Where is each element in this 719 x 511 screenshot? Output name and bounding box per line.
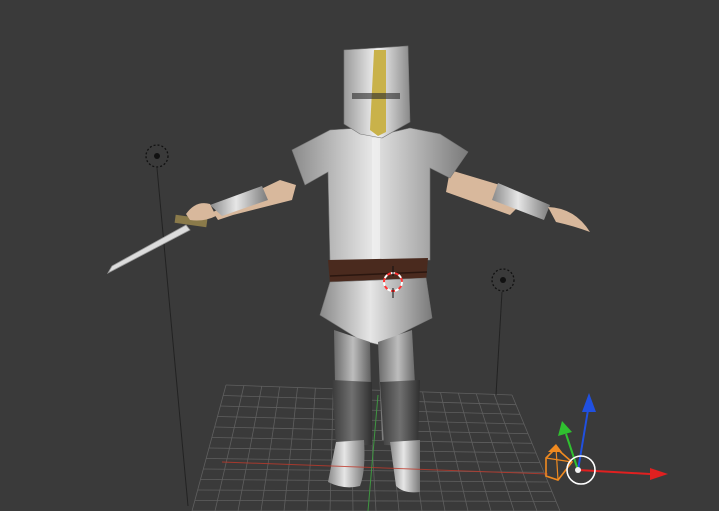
sword-blade [106, 224, 191, 274]
sword[interactable] [106, 214, 208, 274]
bracer-right [492, 183, 550, 220]
gizmo-x-axis [577, 469, 651, 475]
greave-right [380, 380, 420, 446]
transform-gizmo[interactable] [545, 393, 668, 485]
lamp-right[interactable] [491, 268, 515, 396]
helmet-visor-slit [352, 93, 400, 99]
gizmo-center-dot [575, 467, 581, 473]
lamp-left[interactable] [145, 144, 189, 507]
gizmo-x-arrow-icon[interactable] [650, 468, 668, 480]
lamp-right-line [495, 291, 503, 396]
hand-right [548, 207, 590, 232]
lamp-right-dot [500, 277, 506, 283]
boot-left [328, 440, 365, 488]
helmet [343, 45, 411, 139]
3d-viewport[interactable] [0, 0, 719, 511]
floor-grid [191, 384, 561, 511]
greave-left [332, 380, 372, 446]
viewport-canvas[interactable] [0, 0, 719, 511]
gizmo-z-arrow-icon[interactable] [582, 393, 596, 412]
gizmo-z-axis [577, 409, 589, 471]
gizmo-y-arrow-icon[interactable] [558, 421, 572, 436]
boot-right [390, 440, 420, 493]
lamp-left-dot [154, 153, 160, 159]
grid-line [194, 500, 557, 502]
torso-center-ridge [372, 138, 380, 262]
